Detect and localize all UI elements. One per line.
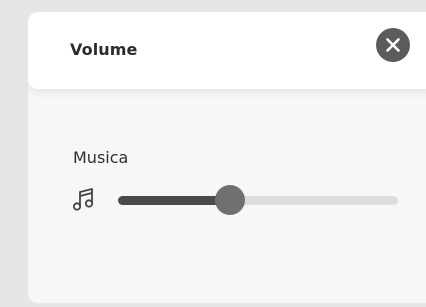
close-icon — [386, 38, 400, 52]
dialog-header: Volume — [28, 12, 426, 89]
close-button[interactable] — [376, 28, 410, 62]
volume-dialog: Volume Musica — [28, 12, 426, 303]
slider-thumb[interactable] — [215, 185, 245, 215]
music-volume-slider[interactable] — [118, 185, 398, 215]
music-volume-label: Musica — [73, 148, 129, 167]
dialog-title: Volume — [70, 40, 138, 59]
music-note-icon — [72, 187, 96, 213]
slider-fill — [118, 196, 230, 205]
